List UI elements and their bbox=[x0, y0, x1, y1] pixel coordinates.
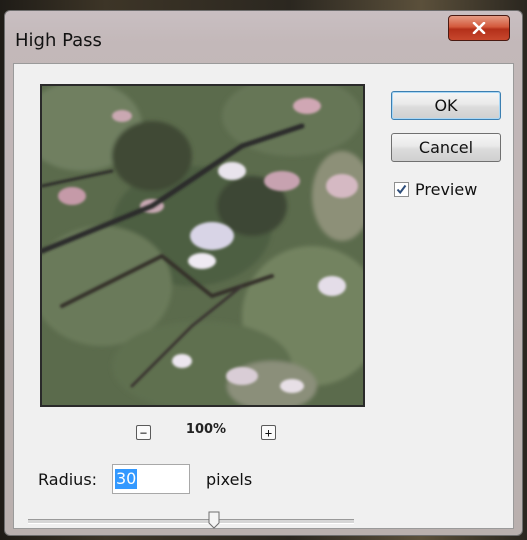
preview-image[interactable] bbox=[40, 84, 365, 407]
high-pass-dialog: High Pass OK Cancel Preview − 100% + Rad… bbox=[4, 10, 523, 536]
preview-checkbox-row[interactable]: Preview bbox=[394, 180, 477, 199]
preview-checkbox[interactable] bbox=[394, 182, 409, 197]
radius-unit-label: pixels bbox=[206, 470, 253, 489]
radius-label: Radius: bbox=[38, 470, 98, 489]
title-bar[interactable]: High Pass bbox=[5, 11, 522, 63]
radius-slider-track[interactable] bbox=[28, 519, 354, 524]
ok-button[interactable]: OK bbox=[391, 91, 501, 120]
preview-label: Preview bbox=[415, 180, 478, 199]
close-button[interactable] bbox=[448, 15, 510, 41]
close-icon bbox=[472, 22, 486, 34]
zoom-out-button[interactable]: − bbox=[136, 425, 151, 440]
radius-input[interactable]: 30 bbox=[112, 464, 190, 494]
radius-value: 30 bbox=[115, 469, 138, 489]
zoom-controls: − 100% + bbox=[14, 412, 515, 440]
dialog-body: OK Cancel Preview − 100% + Radius: 30 pi… bbox=[13, 63, 514, 529]
zoom-level: 100% bbox=[185, 422, 227, 437]
cancel-button[interactable]: Cancel bbox=[391, 133, 501, 162]
dialog-title: High Pass bbox=[15, 30, 102, 51]
radius-slider-thumb[interactable] bbox=[208, 511, 220, 529]
checkmark-icon bbox=[396, 184, 407, 195]
zoom-in-button[interactable]: + bbox=[261, 425, 276, 440]
